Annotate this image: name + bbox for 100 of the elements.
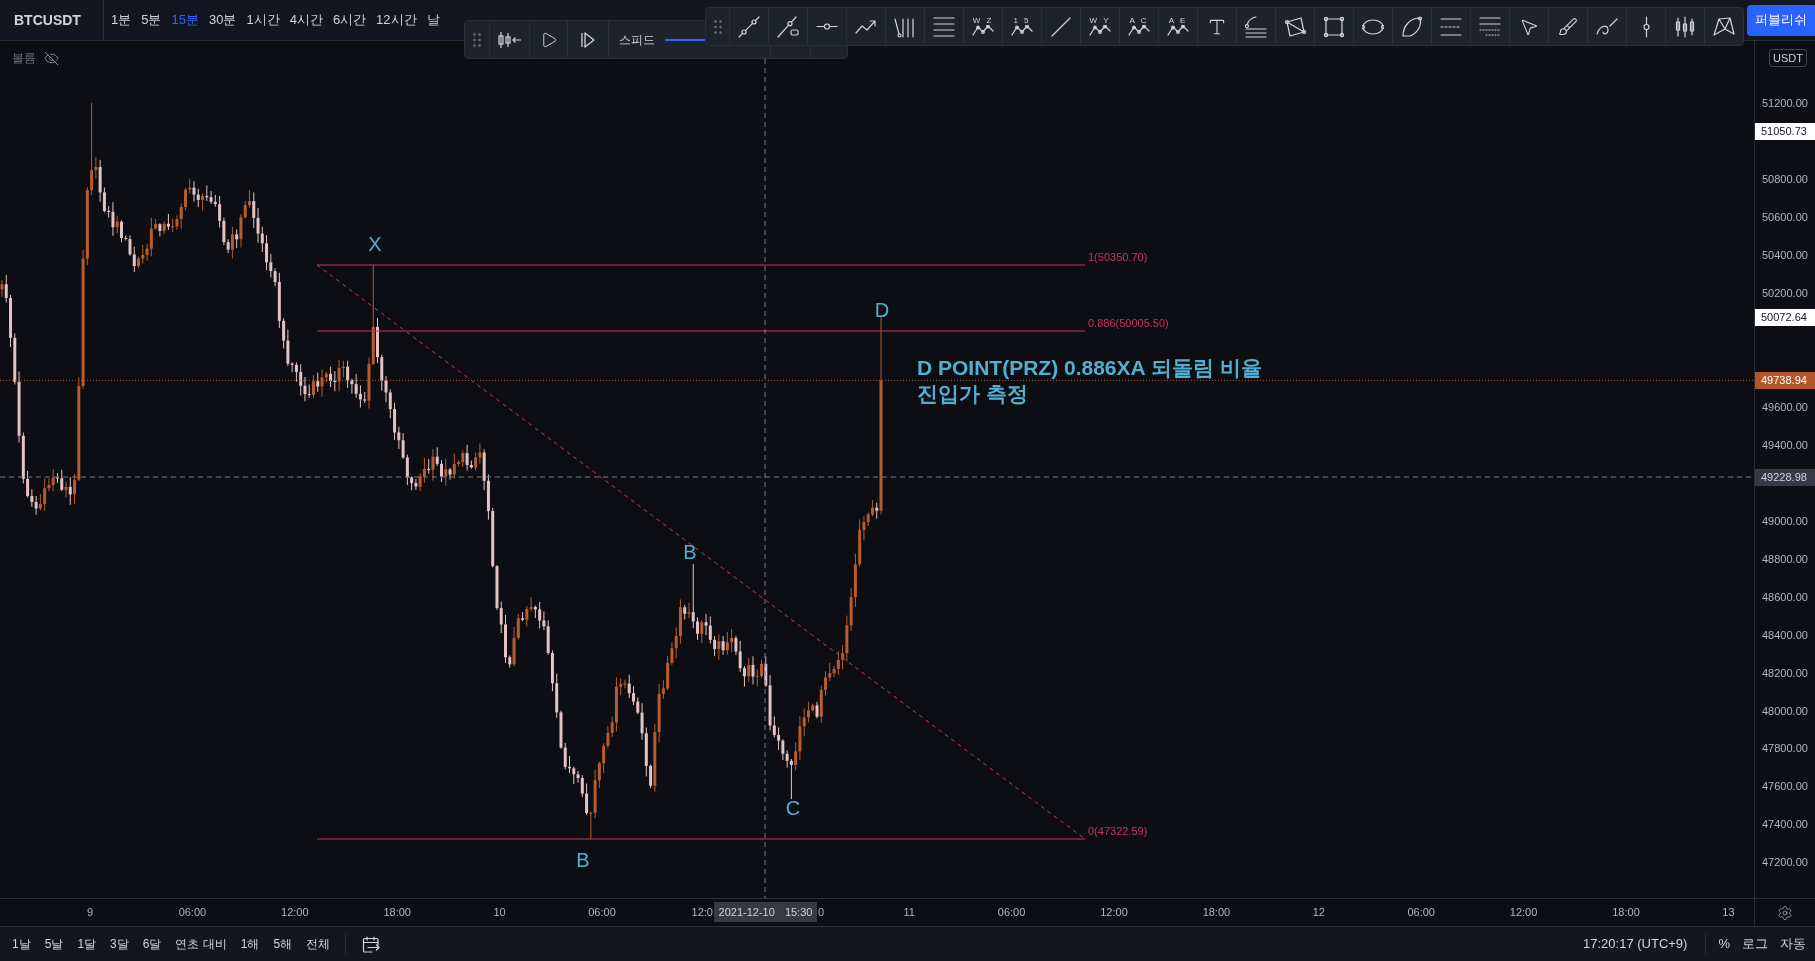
price-tick-label: 47600.00 [1762,779,1808,794]
range-button[interactable]: 1해 [233,927,267,961]
range-button[interactable]: 1달 [70,927,104,961]
time-tick-label: 06:00 [1407,905,1435,919]
calendar-arrow-icon[interactable] [362,935,381,953]
time-tick-label: 13 [1722,905,1735,919]
candlestick-icon [1674,15,1696,38]
pattern-point-label: B [683,541,697,563]
time-tick-label: 11 [903,905,915,919]
scale-option-button[interactable]: 자동 [1774,927,1812,961]
symbol-button[interactable]: BTCUSDT [0,0,103,40]
interval-button[interactable]: 날 [421,0,445,40]
price-tick-label: 50800.00 [1762,171,1808,186]
time-tick-label: 0 [818,905,825,919]
wave-pattern-icon [1089,25,1111,37]
time-tick-label: 06:00 [178,905,207,919]
time-tick-label: 18:00 [383,905,411,919]
scale-option-button[interactable]: % [1712,927,1736,961]
drawing-tool-button[interactable]: 1 5 [1002,8,1041,45]
price-tick-label: 49400.00 [1762,437,1808,452]
drawing-tool-button[interactable]: W Y [1080,8,1119,45]
time-tick-label: 18:00 [1202,905,1231,919]
time-tick-label: 06:00 [997,905,1026,919]
range-button[interactable]: 5날 [37,927,71,961]
price-tick-label: 48400.00 [1762,627,1808,642]
drag-handle-icon[interactable] [473,32,481,47]
time-tick-label: 18:00 [1612,905,1640,919]
price-tick-label: 48200.00 [1762,665,1808,680]
dotted-lines-icon [1479,17,1501,36]
crosshair-time-label: 2021-12-10 15:30 [714,902,817,922]
price-tick-label: 50200.00 [1762,285,1808,300]
price-tick-label: 49600.00 [1762,399,1808,414]
candles-arrow-icon [497,30,522,49]
fib-level-label: 0.886(50005.50) [1088,317,1169,330]
curve-lines-icon [1245,15,1267,38]
drawing-tool-button[interactable]: W Z [963,8,1002,45]
wave-pattern-icon [1167,25,1189,37]
range-button[interactable]: 5해 [266,927,300,961]
brush-icon [1558,16,1578,37]
chart-annotation-text: D POINT(PRZ) 0.886XA 되돌림 비율 진입가 측정 [917,355,1262,407]
range-button[interactable]: 전체 [299,927,338,961]
price-tick-label: 50600.00 [1762,209,1808,224]
price-tick-label: 49000.00 [1762,513,1808,528]
pattern-point-label: B [576,849,590,871]
range-button[interactable]: 6달 [135,927,169,961]
price-label: 51050.73 [1755,122,1815,140]
drag-handle-icon[interactable] [713,19,722,34]
price-label: 49228.98 [1755,468,1815,486]
pen-curve-icon [1596,18,1618,35]
diagonal-line-icon [1050,15,1072,38]
time-tick-label: 12:00 [281,905,309,919]
publish-button[interactable]: 퍼블리쉬 [1747,4,1815,36]
interval-button[interactable]: 15분 [166,0,204,40]
interval-button[interactable]: 12시간 [371,0,422,40]
range-button[interactable]: 1날 [5,927,38,961]
fib-level-label: 0(47322.59) [1088,825,1148,838]
price-tick-label: 50400.00 [1762,247,1808,262]
time-tick-label: 9 [86,905,94,919]
range-button[interactable]: 3달 [103,927,136,961]
time-tick-label: 12:00 [1509,905,1538,919]
drawing-tool-button[interactable]: A C [1119,8,1158,45]
price-tick-label: 47400.00 [1762,817,1808,832]
dashed-lines-icon [1440,17,1462,36]
range-button[interactable]: 연초 대비 [168,927,234,961]
horizontal-line-icon [816,23,838,30]
time-tick-label: 06:00 [588,905,616,919]
fib-level-label: 1(50350.70) [1088,251,1148,264]
time-tick-label: 10 [493,905,506,919]
drawing-tool-button[interactable]: A E [1158,8,1197,45]
pattern-point-label: X [368,233,382,255]
price-label: 50072.64 [1755,308,1815,326]
time-tick-label: 12:00 [1100,905,1128,919]
currency-badge[interactable]: USDT [1769,49,1807,67]
rectangle-icon [1323,15,1345,38]
legend-label: 볼륨 [12,50,36,67]
interval-button[interactable]: 5분 [136,0,167,40]
zigzag-arrow-icon [855,18,877,35]
scale-option-button[interactable]: 로그 [1736,927,1774,961]
interval-button[interactable]: 6시간 [327,0,372,40]
interval-button[interactable]: 4시간 [284,0,328,40]
clock-text[interactable]: 17:20:17 (UTC+9) [1583,934,1688,954]
pattern-point-label: C [785,797,801,819]
price-tick-label: 47800.00 [1762,741,1808,756]
speed-slider[interactable] [665,38,707,41]
price-tick-label: 51200.00 [1762,96,1808,110]
price-tick-label: 48600.00 [1762,589,1808,604]
speed-label: 스피드 [618,31,656,49]
extended-line-icon [777,15,799,38]
eye-off-icon[interactable] [44,50,59,66]
ellipse-icon [1362,18,1384,35]
interval-button[interactable]: 1시간 [241,0,285,40]
interval-button[interactable]: 30분 [203,0,242,40]
pattern-point-label: D [874,299,890,321]
interval-button[interactable]: 1분 [106,0,137,40]
time-tick-label: 12:0 [691,905,713,919]
price-tick-label: 48800.00 [1762,551,1808,566]
settings-icon[interactable] [1777,904,1793,921]
step-forward-icon [581,31,595,48]
trend-line-icon [738,15,760,38]
wave-pattern-icon [1011,25,1033,37]
